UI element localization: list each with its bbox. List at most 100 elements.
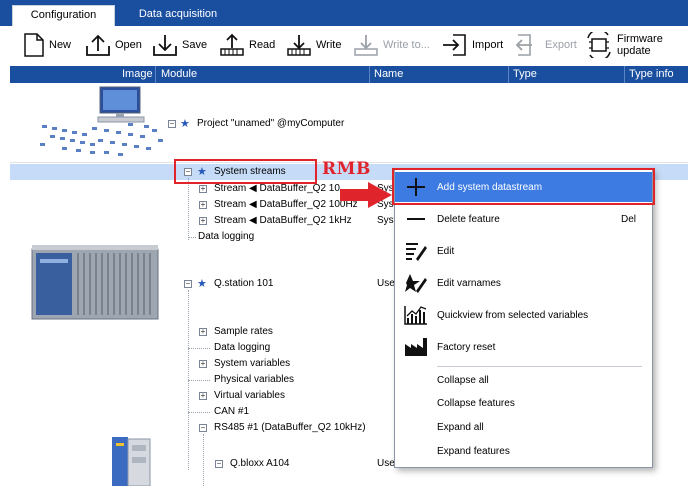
tree-label-rs485: RS485 #1 (DataBuffer_Q2 10kHz) [214,422,366,433]
import-button[interactable]: Import [441,30,503,60]
tree-connector [188,348,210,349]
tab-bar: Configuration Data acquisition [0,0,688,26]
tree-label-physical-variables: Physical variables [214,374,295,385]
column-separator[interactable] [369,66,370,83]
collapse-toggle[interactable]: − [184,280,192,288]
collapse-toggle[interactable]: − [199,424,207,432]
firmware-update-button[interactable]: Firmware update [584,30,688,60]
write-button[interactable]: Write [285,30,341,60]
save-label: Save [182,39,208,51]
star-icon: ★ [197,278,207,290]
import-icon [443,34,466,56]
write-to-button[interactable]: Write to... [352,30,430,60]
collapse-toggle[interactable]: − [168,120,176,128]
write-to-label: Write to... [383,39,430,51]
menu-item-label: Expand features [437,445,510,457]
minus-icon [403,207,429,231]
menu-item-edit[interactable]: Edit [395,236,652,266]
tree-label-virtual-variables: Virtual variables [214,390,285,401]
expand-toggle[interactable]: + [199,328,207,336]
column-separator[interactable] [508,66,509,83]
menu-item-shortcut: Del [620,213,636,225]
menu-item-quickview[interactable]: Quickview from selected variables [395,300,652,330]
tab-data-acquisition[interactable]: Data acquisition [118,5,238,26]
tree-label-stream: Stream ◀ DataBuffer_Q2 100Hz [214,199,358,210]
toolbar: New Open Save Read Write Write to... Imp… [0,26,688,64]
new-file-icon [24,33,44,57]
open-button[interactable]: Open [84,30,142,60]
tree-label-qstation: Q.station 101 [214,278,274,289]
star-icon: ★ [180,118,190,130]
new-button[interactable]: New [22,30,71,60]
save-button[interactable]: Save [151,30,207,60]
annotation-highlight-box [392,168,655,205]
menu-item-label: Delete feature [437,213,500,225]
export-label: Export [545,39,577,51]
factory-icon [403,335,429,359]
export-button[interactable]: Export [514,30,577,60]
read-button[interactable]: Read [218,30,275,60]
menu-item-factory-reset[interactable]: Factory reset [395,332,652,362]
tree-label-stream: Stream ◀ DataBuffer_Q2 1kHz [214,215,352,226]
menu-item-expand-all[interactable]: Expand all [395,415,652,439]
read-label: Read [249,39,276,51]
firmware-update-icon [587,32,611,58]
new-label: New [49,39,72,51]
column-name[interactable]: Name [374,68,403,80]
chart-icon [403,303,429,327]
menu-item-label: Collapse all [437,374,489,386]
upload-icon [86,34,110,56]
tree-row-project[interactable]: − ★ Project "unamed" @myComputer [10,116,688,132]
menu-item-label: Collapse features [437,397,515,409]
tree-label-data-logging: Data logging [198,231,255,242]
write-device-icon [287,35,311,56]
annotation-highlight-box [174,159,317,184]
column-separator[interactable] [155,66,156,83]
menu-item-label: Edit varnames [437,277,501,289]
expand-toggle[interactable]: + [199,185,207,193]
menu-item-label: Expand all [437,421,484,433]
edit-list-icon [403,239,429,263]
rmb-annotation: RMB [322,159,371,179]
write-to-icon [354,35,378,56]
expand-toggle[interactable]: + [199,201,207,209]
menu-item-label: Factory reset [437,341,496,353]
tab-configuration[interactable]: Configuration [12,5,115,26]
menu-item-expand-features[interactable]: Expand features [395,439,652,463]
expand-toggle[interactable]: + [199,360,207,368]
column-module[interactable]: Module [161,68,197,80]
menu-item-label: Edit [437,245,455,257]
column-type-info[interactable]: Type info [629,68,674,80]
download-icon [153,35,177,56]
read-device-icon [220,33,244,56]
menu-item-collapse-features[interactable]: Collapse features [395,391,652,415]
column-header: Image Module Name Type Type info [10,66,688,83]
edit-varnames-icon [403,271,429,295]
open-label: Open [115,39,142,51]
export-icon [515,34,532,56]
menu-item-delete-feature[interactable]: Delete feature Del [395,204,652,234]
import-label: Import [472,39,504,51]
column-image[interactable]: Image [122,68,153,80]
tree-connector [188,380,210,381]
write-label: Write [316,39,342,51]
tree-label-data-logging: Data logging [214,342,271,353]
tree-label-qbloxx: Q.bloxx A104 [230,458,290,469]
context-menu: Add system datastream Delete feature Del… [394,169,653,468]
tree-label-sample-rates: Sample rates [214,326,273,337]
expand-toggle[interactable]: + [199,217,207,225]
tree-label-can: CAN #1 [214,406,250,417]
tree-label-system-variables: System variables [214,358,291,369]
column-type[interactable]: Type [513,68,537,80]
firmware-update-label: Firmware update [617,33,663,57]
annotation-arrow [340,182,392,208]
menu-item-label: Quickview from selected variables [437,309,589,321]
tree-connector [188,412,210,413]
menu-item-collapse-all[interactable]: Collapse all [395,367,652,393]
column-separator[interactable] [624,66,625,83]
tree-connector [188,237,196,238]
collapse-toggle[interactable]: − [215,460,223,468]
tree-label-project: Project "unamed" @myComputer [197,118,345,129]
menu-item-edit-varnames[interactable]: Edit varnames [395,268,652,298]
expand-toggle[interactable]: + [199,392,207,400]
